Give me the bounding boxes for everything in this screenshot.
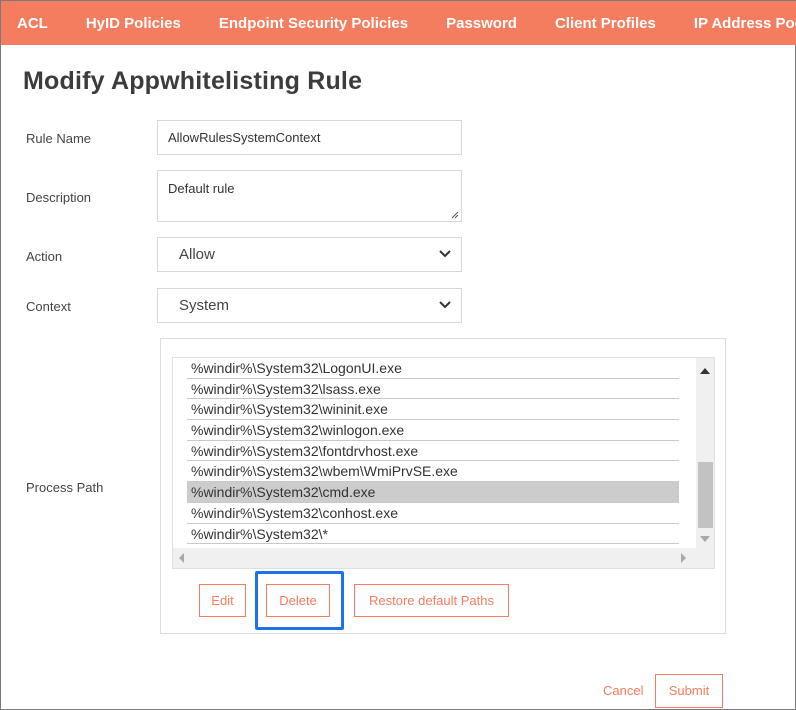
submit-button[interactable]: Submit <box>655 674 723 708</box>
tab-client-profiles[interactable]: Client Profiles <box>536 15 675 32</box>
rule-name-input[interactable]: AllowRulesSystemContext <box>157 120 462 155</box>
action-selected-value: Allow <box>179 246 215 263</box>
description-textarea[interactable]: Default rule <box>157 170 462 222</box>
context-selected-value: System <box>179 297 230 314</box>
description-label: Description <box>26 190 92 205</box>
vertical-scrollbar[interactable] <box>696 358 714 550</box>
scroll-thumb[interactable] <box>698 462 713 528</box>
list-item[interactable]: %windir%\System32\conhost.exe <box>187 503 679 524</box>
tab-password[interactable]: Password <box>427 15 536 32</box>
action-label: Action <box>26 249 63 264</box>
tab-hyid-policies[interactable]: HyID Policies <box>67 15 200 32</box>
tab-endpoint-security-policies[interactable]: Endpoint Security Policies <box>200 15 427 32</box>
rule-name-label: Rule Name <box>26 131 92 146</box>
list-item[interactable]: %windir%\System32\fontdrvhost.exe <box>187 441 679 462</box>
chevron-down-icon <box>439 301 451 309</box>
description-text: Default rule <box>168 181 235 196</box>
resize-handle-icon[interactable] <box>451 211 459 219</box>
list-item[interactable]: %windir%\System32\winlogon.exe <box>187 420 679 441</box>
process-path-label: Process Path <box>26 480 104 495</box>
list-item[interactable]: %windir%\System32\* <box>187 524 679 545</box>
process-path-listbox[interactable]: %windir%\System32\LogonUI.exe %windir%\S… <box>172 357 715 569</box>
tab-acl[interactable]: ACL <box>1 15 67 32</box>
page-title: Modify Appwhitelisting Rule <box>23 67 363 95</box>
list-item[interactable]: %windir%\System32\lsass.exe <box>187 379 679 400</box>
context-select[interactable]: System <box>157 288 462 323</box>
process-path-rows: %windir%\System32\LogonUI.exe %windir%\S… <box>187 358 679 545</box>
list-item[interactable]: %windir%\System32\LogonUI.exe <box>187 358 679 379</box>
delete-button[interactable]: Delete <box>266 584 330 617</box>
scroll-down-icon[interactable] <box>700 536 710 542</box>
app-frame: ACL HyID Policies Endpoint Security Poli… <box>0 0 796 710</box>
top-navigation: ACL HyID Policies Endpoint Security Poli… <box>1 1 796 45</box>
horizontal-scrollbar[interactable] <box>173 548 714 568</box>
edit-button[interactable]: Edit <box>199 584 246 617</box>
list-item[interactable]: %windir%\System32\wbem\WmiPrvSE.exe <box>187 461 679 483</box>
context-label: Context <box>26 299 71 314</box>
scroll-left-icon[interactable] <box>179 553 184 563</box>
chevron-down-icon <box>439 250 451 258</box>
cancel-link[interactable]: Cancel <box>603 683 643 698</box>
scroll-right-icon[interactable] <box>681 553 686 563</box>
scroll-up-icon[interactable] <box>700 368 710 374</box>
list-item[interactable]: %windir%\System32\wininit.exe <box>187 399 679 421</box>
restore-default-paths-button[interactable]: Restore default Paths <box>354 584 509 617</box>
tab-ip-address-pools[interactable]: IP Address Pools <box>675 15 796 32</box>
list-item-selected[interactable]: %windir%\System32\cmd.exe <box>187 482 679 503</box>
action-select[interactable]: Allow <box>157 237 462 272</box>
